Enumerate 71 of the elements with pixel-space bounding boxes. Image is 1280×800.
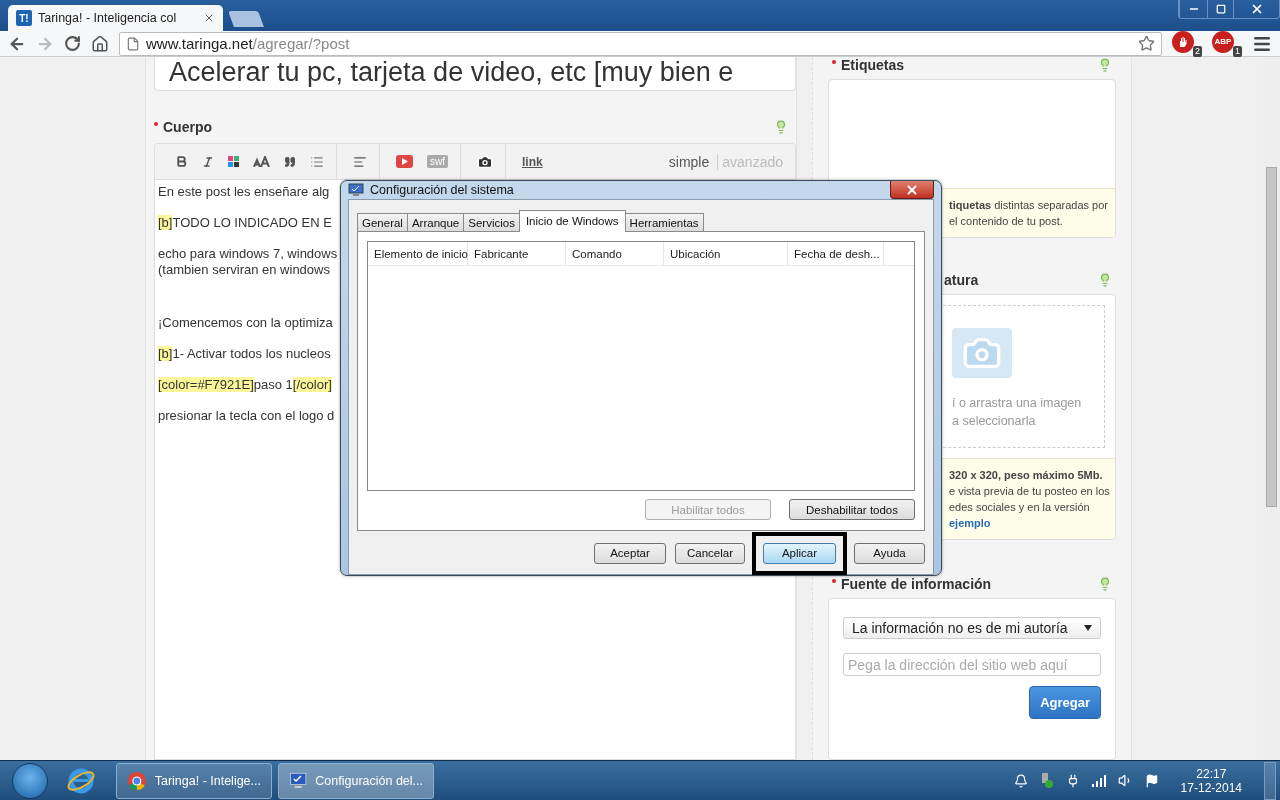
video-icon[interactable] — [396, 155, 413, 168]
source-dropdown[interactable]: La información no es de mi autoría — [843, 617, 1101, 639]
reload-icon[interactable] — [64, 35, 81, 52]
close-button[interactable] — [890, 181, 934, 199]
site-favicon: T! — [16, 10, 32, 26]
url-field[interactable]: Pega la dirección del sitio web aquí — [843, 653, 1101, 676]
dialog-title: Configuración del sistema — [370, 183, 514, 197]
font-size-icon[interactable] — [253, 156, 270, 167]
bold-icon[interactable] — [175, 155, 188, 168]
title-field[interactable]: Acelerar tu pc, tarjeta de video, etc [muy bien e — [154, 57, 796, 91]
column-header[interactable]: Ubicación — [664, 242, 788, 265]
dialog-tab[interactable]: Arranque — [406, 213, 465, 232]
field-label: Etiquetas — [841, 57, 904, 73]
camera-icon — [952, 328, 1012, 379]
flag-icon[interactable] — [1144, 773, 1159, 788]
caret-icon — [1084, 625, 1092, 631]
startup-list[interactable]: Elemento de inicio Fabricante Comando Ubicación Fecha de desh... — [367, 241, 915, 491]
paragraph: [color=#F7921E]paso 1[/color] — [158, 377, 332, 393]
required-dot — [832, 60, 836, 64]
close-icon[interactable] — [203, 12, 215, 24]
list-icon[interactable] — [310, 154, 324, 169]
usb-check-icon[interactable] — [1039, 772, 1054, 789]
upload-text: a seleccionarla — [952, 413, 1037, 431]
signal-icon[interactable] — [1091, 774, 1106, 787]
maximize-icon — [1215, 4, 1226, 14]
field-label: atura — [944, 272, 979, 289]
mode-toggle[interactable]: simple — [664, 153, 714, 170]
upload-text: í o arrastra una imagen — [952, 395, 1083, 413]
italic-icon[interactable] — [202, 155, 214, 168]
dialog-button[interactable]: Cancelar — [675, 542, 745, 564]
column-header[interactable]: Elemento de inicio — [368, 242, 468, 265]
link-button[interactable]: link — [522, 154, 543, 169]
address-bar[interactable]: www.taringa.net/agregar/?post — [119, 31, 1162, 56]
paragraph: echo para windows 7, windows (tambien serviran en windows — [158, 246, 338, 278]
home-icon[interactable] — [91, 34, 109, 53]
add-button[interactable]: Agregar — [1029, 686, 1101, 719]
column-header[interactable]: Comando — [566, 242, 664, 265]
paragraph: presionar la tecla con el logo d — [158, 408, 335, 424]
taskbar-button[interactable]: Taringa! - Intelige... — [116, 762, 272, 799]
quote-icon[interactable] — [284, 155, 296, 168]
monitor-icon — [348, 183, 364, 197]
dialog-tab[interactable]: General — [357, 213, 408, 232]
required-dot — [832, 579, 836, 583]
list-action-button[interactable]: Deshabilitar todos — [789, 499, 915, 520]
dialog-tab[interactable]: Inicio de Windows — [518, 210, 626, 232]
start-button[interactable] — [12, 762, 48, 799]
column-header[interactable]: Fecha de desh... — [788, 242, 884, 265]
dialog-button[interactable]: Ayuda — [854, 542, 925, 564]
close-icon — [905, 182, 919, 197]
bell-icon[interactable] — [1013, 773, 1028, 788]
new-tab-button[interactable] — [228, 11, 264, 27]
paragraph: [b]1- Activar todos los nucleos — [158, 346, 331, 362]
page-icon — [126, 36, 140, 51]
clock[interactable]: 22:17 17-12-2014 — [1180, 766, 1242, 795]
paragraph: En este post les enseñare alg — [158, 184, 330, 200]
column-header[interactable]: Fabricante — [468, 242, 566, 265]
paragraph: ¡Comencemos con la optimiza — [158, 315, 333, 331]
paragraph: [b]TODO LO INDICADO EN E — [158, 215, 332, 231]
field-label: Fuente de información — [841, 576, 992, 592]
dialog-button[interactable]: Aceptar — [594, 542, 666, 564]
bookmark-star-icon[interactable] — [1138, 35, 1155, 52]
dialog-tab[interactable]: Servicios — [463, 213, 520, 232]
align-icon[interactable] — [353, 154, 367, 169]
camera-icon[interactable] — [477, 153, 493, 170]
required-dot — [154, 122, 158, 126]
field-label: Cuerpo — [163, 119, 212, 135]
dialog-tab[interactable]: Herramientas — [624, 213, 704, 232]
example-link[interactable]: ejemplo — [949, 517, 991, 529]
color-grid-icon[interactable] — [228, 156, 239, 167]
browser-tab[interactable]: T! Taringa! - Inteligencia col — [8, 5, 223, 31]
dialog-button[interactable]: Aplicar — [763, 542, 836, 564]
